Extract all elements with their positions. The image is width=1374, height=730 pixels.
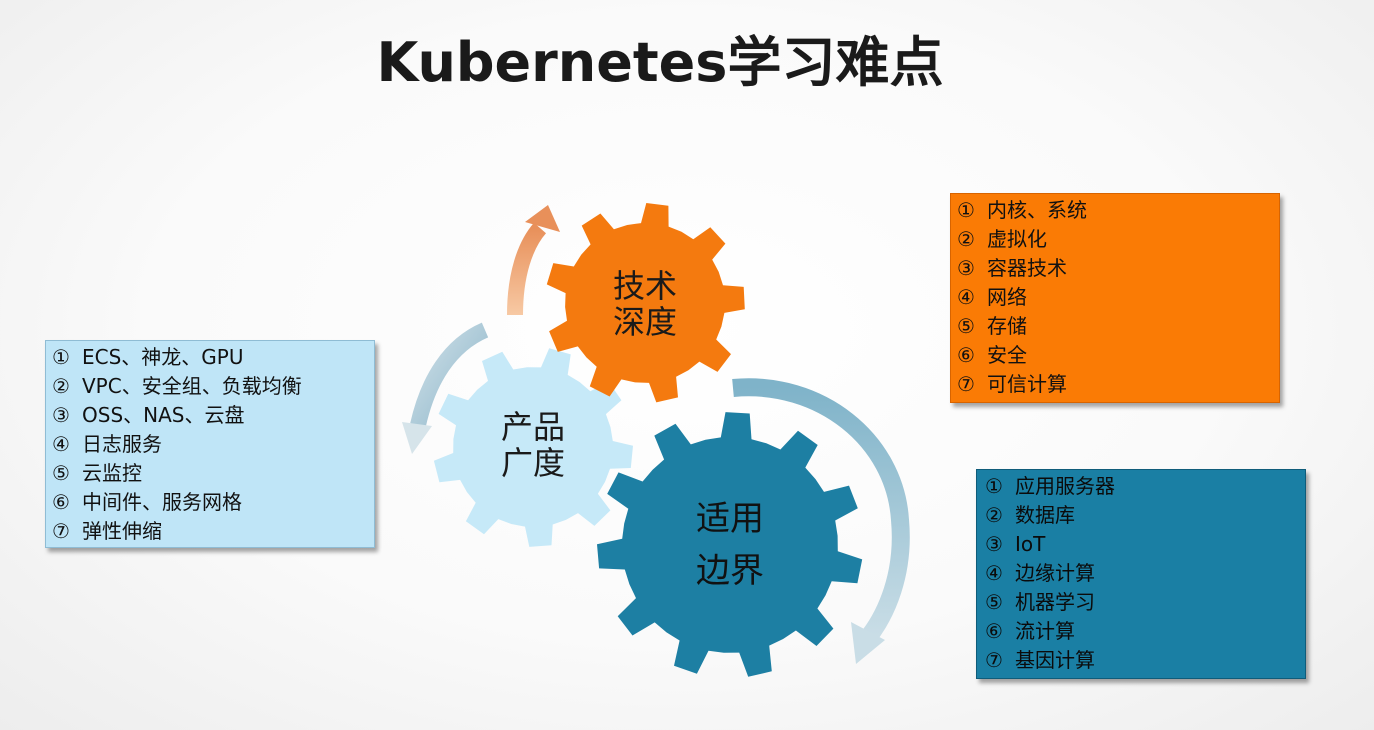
list-item: ⑦ 弹性伸缩 <box>52 519 162 543</box>
list-item: ⑥ 安全 <box>957 343 1027 367</box>
product-list: ① ECS、神龙、GPU ② VPC、安全组、负载均衡 ③ OSS、NAS、云盘 ④日… <box>46 341 374 546</box>
list-item: ① 内核、系统 <box>957 198 1087 222</box>
scope-gear-label-line1: 适用 <box>696 499 764 539</box>
list-item: ⑤ 机器学习 <box>985 590 1095 614</box>
tech-gear-label-line1: 技术 <box>613 267 677 305</box>
list-item: ⑥ 流计算 <box>985 619 1075 643</box>
scope-gear-shape <box>597 412 863 677</box>
scope-list: ① 应用服务器 ② 数据库 ③ IoT ④ 边缘计算 ⑤ 机器学习 ⑥ 流计算 ⑦ 基因计算 <box>977 470 1305 675</box>
list-item: ⑦ 可信计算 <box>957 372 1067 396</box>
list-item: ③ IoT <box>985 532 1046 556</box>
tech-list: ① 内核、系统 ② 虚拟化 ③ 容器技术 ④ 网络 ⑤ 存储 ⑥ 安全 ⑦ 可信计算 <box>951 194 1279 399</box>
list-item: ① ECS、神龙、GPU <box>52 345 244 369</box>
list-item: ⑦ 基因计算 <box>985 648 1095 672</box>
list-item: ① 应用服务器 <box>985 474 1115 498</box>
list-item: ③ 容器技术 <box>957 256 1067 280</box>
scope-gear: 适用边界 <box>597 412 863 677</box>
tech-gear: 技术深度 <box>546 203 745 403</box>
list-item: ④ 网络 <box>957 285 1027 309</box>
list-item: ④ 边缘计算 <box>985 561 1095 585</box>
list-item: ⑤ 存储 <box>957 314 1027 338</box>
list-item: ③ OSS、NAS、云盘 <box>52 403 245 427</box>
tech-gear-label-line2: 深度 <box>613 303 677 341</box>
product-gear-label-line2: 广度 <box>501 444 565 482</box>
scope-list-box: ① 应用服务器 ② 数据库 ③ IoT ④ 边缘计算 ⑤ 机器学习 ⑥ 流计算 ⑦ 基因计算 <box>976 469 1306 679</box>
product-list-box: ① ECS、神龙、GPU ② VPC、安全组、负载均衡 ③ OSS、NAS、云盘 ④日… <box>45 340 375 548</box>
product-gear-label-line1: 产品 <box>501 408 565 446</box>
tech-list-box: ① 内核、系统 ② 虚拟化 ③ 容器技术 ④ 网络 ⑤ 存储 ⑥ 安全 ⑦ 可信计算 <box>950 193 1280 403</box>
scope-gear-label-line2: 边界 <box>696 551 764 591</box>
list-item: ② 虚拟化 <box>957 227 1047 251</box>
list-item: ⑤ 云监控 <box>52 461 142 485</box>
arrow-product-to-tech <box>507 205 560 316</box>
list-item: ② 数据库 <box>985 503 1075 527</box>
list-item: ② VPC、安全组、负载均衡 <box>52 374 302 398</box>
list-item: ④ 日志服务 <box>52 432 162 456</box>
list-item: ⑥ 中间件、服务网格 <box>52 490 242 514</box>
